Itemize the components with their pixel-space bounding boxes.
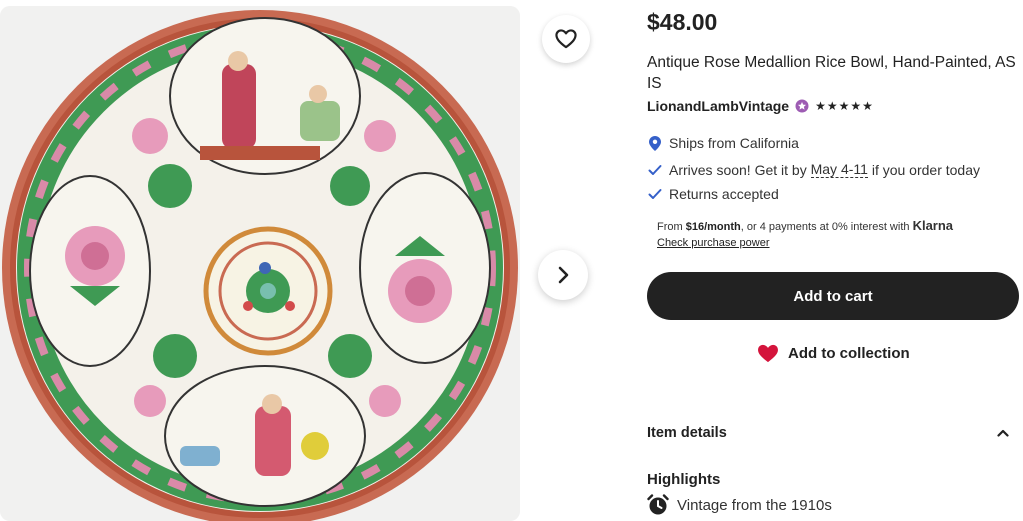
vintage-text: Vintage from the 1910s: [677, 496, 832, 514]
checkmark-icon: [647, 188, 663, 200]
heart-filled-icon: [758, 344, 778, 363]
shop-name-link[interactable]: LionandLambVintage: [647, 98, 789, 114]
arrival-text-prefix: Arrives soon! Get it by: [669, 161, 811, 178]
price: $48.00: [647, 9, 718, 35]
arrival-text-suffix: if you order today: [867, 161, 980, 178]
item-details-heading: Item details: [647, 425, 727, 441]
add-to-collection-label: Add to collection: [788, 345, 910, 362]
ships-from-text: Ships from California: [669, 135, 799, 151]
star-seller-badge-icon: [795, 99, 809, 113]
chevron-up-icon: [997, 429, 1009, 437]
alarm-clock-icon: [647, 494, 669, 515]
klarna-prefix: From: [657, 221, 686, 233]
returns-accepted: Returns accepted: [647, 186, 779, 202]
listing-title: Antique Rose Medallion Rice Bowl, Hand-P…: [647, 54, 1016, 92]
add-to-collection-button[interactable]: Add to collection: [757, 344, 910, 363]
rating-stars: ★★★★★: [815, 99, 874, 113]
add-to-cart-button[interactable]: Add to cart: [647, 272, 1019, 320]
returns-text: Returns accepted: [669, 186, 779, 202]
item-details-toggle[interactable]: Item details: [647, 425, 1019, 441]
next-image-button[interactable]: [538, 250, 588, 300]
klarna-text: From $16/month, or 4 payments at 0% inte…: [657, 218, 1019, 233]
klarna-financing: From $16/month, or 4 payments at 0% inte…: [647, 218, 1019, 251]
klarna-middle: , or 4 payments at 0% interest with: [740, 221, 913, 233]
check-purchase-power-link[interactable]: Check purchase power: [657, 237, 770, 249]
product-photo-bowl[interactable]: [0, 6, 520, 521]
shop-row: LionandLambVintage ★★★★★: [647, 98, 874, 114]
heart-outline-icon: [555, 29, 577, 49]
checkmark-icon: [647, 164, 663, 176]
arrival-estimate: Arrives soon! Get it by May 4-11 if you …: [647, 161, 980, 178]
chevron-right-icon: [558, 266, 569, 284]
vintage-highlight: Vintage from the 1910s: [647, 494, 832, 516]
arrival-date-link[interactable]: May 4-11: [810, 161, 868, 178]
ships-from: Ships from California: [647, 135, 799, 151]
product-image-gallery[interactable]: [0, 6, 520, 521]
favorite-button[interactable]: [542, 15, 590, 63]
location-pin-icon: [647, 135, 663, 151]
klarna-logo: Klarna: [912, 218, 954, 233]
highlights-heading: Highlights: [647, 471, 721, 488]
klarna-amount: $16/month: [685, 221, 741, 233]
